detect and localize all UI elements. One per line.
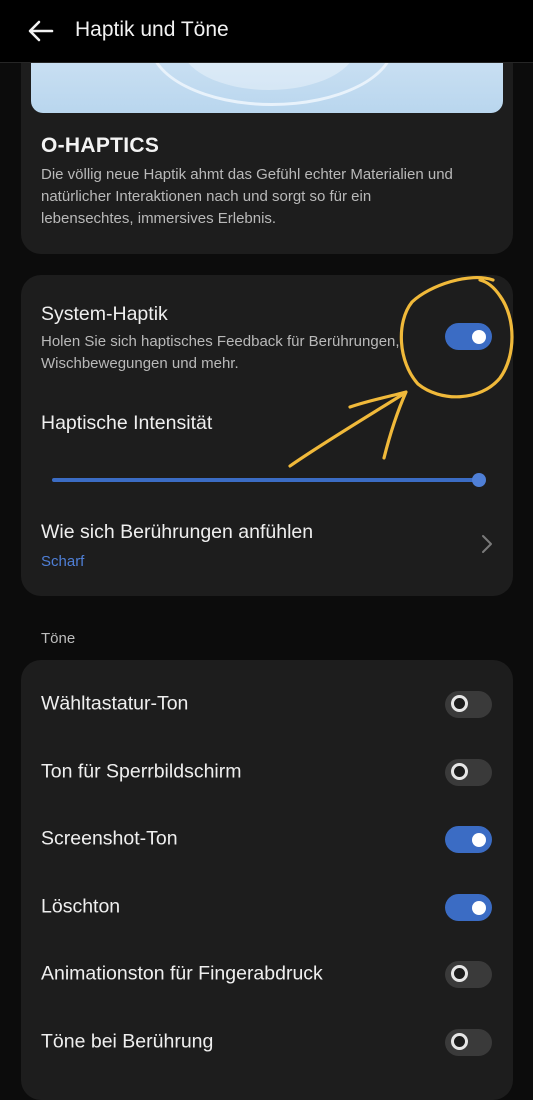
tones-section-label: Töne [41, 630, 76, 647]
tone-label: Ton für Sperrbildschirm [41, 760, 242, 783]
system-haptik-title: System-Haptik [41, 303, 168, 325]
tone-toggle[interactable] [445, 1029, 492, 1056]
slider-thumb[interactable] [472, 473, 486, 487]
toggle-knob [472, 900, 486, 915]
ohaptics-card: O-HAPTICS Die völlig neue Haptik ahmt da… [21, 40, 513, 254]
tone-toggle[interactable] [445, 826, 492, 853]
touch-feel-value: Scharf [41, 553, 85, 570]
haptics-card: System-Haptik Holen Sie sich haptisches … [21, 275, 513, 596]
tones-card: Wähltastatur-Ton Ton für Sperrbildschirm… [21, 660, 513, 1100]
toggle-knob [451, 695, 468, 712]
touch-feel-row[interactable]: Wie sich Berührungen anfühlen Scharf [21, 511, 513, 581]
tone-row-fingerprint[interactable]: Animationston für Fingerabdruck [21, 941, 513, 1008]
toggle-knob [451, 1033, 468, 1050]
toggle-knob [451, 965, 468, 982]
app-bar: Haptik und Töne [0, 0, 533, 63]
arrow-left-icon [28, 20, 54, 42]
tone-toggle[interactable] [445, 691, 492, 718]
tone-row-screenshot[interactable]: Screenshot-Ton [21, 806, 513, 873]
system-haptik-subtitle: Holen Sie sich haptisches Feedback für B… [41, 333, 400, 372]
system-haptik-toggle[interactable] [445, 323, 492, 350]
ohaptics-description: Die völlig neue Haptik ahmt das Gefühl e… [41, 166, 453, 227]
haptic-intensity-slider[interactable] [52, 478, 481, 482]
page-title: Haptik und Töne [75, 18, 229, 41]
touch-feel-title: Wie sich Berührungen anfühlen [41, 521, 314, 543]
tone-toggle[interactable] [445, 894, 492, 921]
tone-row-touch[interactable]: Töne bei Berührung [21, 1009, 513, 1076]
tone-toggle[interactable] [445, 961, 492, 988]
ohaptics-title: O-HAPTICS [41, 134, 160, 157]
tone-label: Töne bei Berührung [41, 1030, 214, 1053]
chevron-right-icon [482, 535, 492, 553]
tone-row-dialpad[interactable]: Wähltastatur-Ton [21, 671, 513, 738]
tone-toggle[interactable] [445, 759, 492, 786]
tone-label: Wähltastatur-Ton [41, 692, 189, 715]
tone-label: Animationston für Fingerabdruck [41, 962, 323, 985]
toggle-knob [472, 329, 486, 344]
back-button[interactable] [22, 16, 58, 46]
tone-label: Löschton [41, 895, 121, 918]
tone-row-lockscreen[interactable]: Ton für Sperrbildschirm [21, 739, 513, 806]
tone-row-delete[interactable]: Löschton [21, 874, 513, 941]
toggle-knob [451, 763, 468, 780]
haptic-intensity-title: Haptische Intensität [41, 412, 213, 434]
toggle-knob [472, 832, 486, 847]
tone-label: Screenshot-Ton [41, 827, 178, 850]
